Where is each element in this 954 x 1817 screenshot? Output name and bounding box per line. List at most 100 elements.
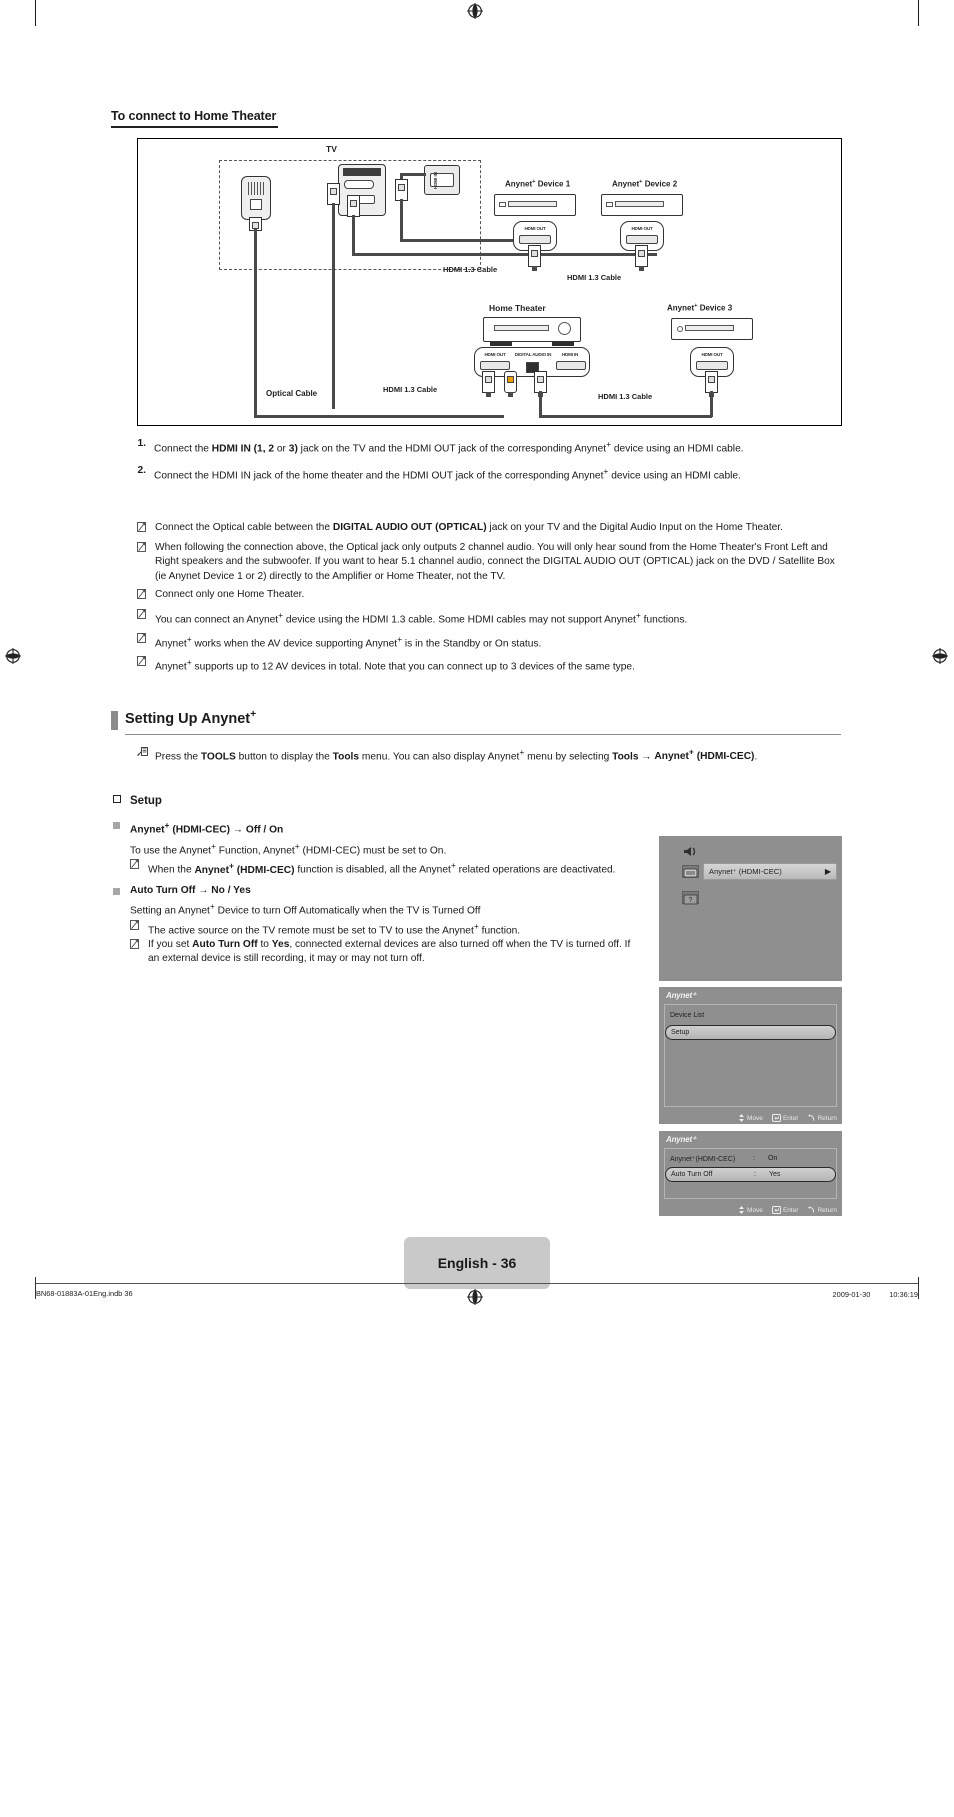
option-row: Auto Turn Off → No / Yes xyxy=(113,884,638,898)
osd-footer-enter-label: Enter xyxy=(782,1114,799,1122)
note-icon xyxy=(137,541,155,584)
osd-sound-icon[interactable] xyxy=(682,845,699,858)
device-3-wire xyxy=(710,391,713,417)
step-item: 2. Connect the HDMI IN jack of the home … xyxy=(137,464,842,484)
note-text: Anynet+ works when the AV device support… xyxy=(155,633,542,649)
osd-application-icon[interactable] xyxy=(682,865,699,878)
diagram-label-cable-4: HDMI 1.3 Cable xyxy=(598,392,653,401)
osd-row-value: On xyxy=(768,1155,778,1162)
home-theater-in-wire xyxy=(539,391,542,417)
diagram-label-device-1: Anynet+ Device 1 xyxy=(505,179,571,189)
main-heading-bar xyxy=(111,711,118,730)
osd-row-auto-turn-off[interactable]: Auto Turn Off : Yes xyxy=(665,1167,836,1182)
updown-arrow-icon xyxy=(739,1114,744,1122)
footer-file-info: BN68-01883A-01Eng.indb 36 xyxy=(36,1289,133,1298)
tv-hdmi-plug-b xyxy=(347,195,360,217)
osd-panel-2-frame: Device List Setup xyxy=(664,1004,837,1107)
optical-cable-run xyxy=(254,415,504,418)
osd-footer-return: Return xyxy=(807,1114,837,1122)
osd-row-colon: : xyxy=(753,1155,755,1162)
updown-arrow-icon xyxy=(739,1206,744,1214)
osd-row-anynet-hdmi-cec[interactable]: Anynet⁺(HDMI-CEC) : On xyxy=(665,1151,836,1166)
step-number: 1. xyxy=(137,438,147,449)
diagram-label-tv: TV xyxy=(326,144,337,154)
registration-mark-bottom xyxy=(466,1288,484,1306)
home-theater-out-plug-inner xyxy=(485,376,492,383)
note-text: When following the connection above, the… xyxy=(155,542,835,582)
tv-hdmi-plug-a-inner xyxy=(330,188,337,195)
device-2-plug-tip xyxy=(639,266,644,271)
footer-rule xyxy=(36,1283,918,1284)
option-note: If you set Auto Turn Off to Yes, connect… xyxy=(130,938,638,966)
tv-hdmi-in-port-tag: HDMI IN xyxy=(432,172,438,189)
home-theater-in-plug xyxy=(534,371,547,397)
diagram-label-cable-2: HDMI 1.3 Cable xyxy=(567,273,622,282)
osd-row-colon: : xyxy=(754,1171,756,1178)
return-arrow-icon xyxy=(808,1114,815,1121)
osd-footer-return: Return xyxy=(807,1206,837,1214)
optical-in-plug-inner xyxy=(507,376,514,383)
registration-mark-left xyxy=(4,647,22,665)
osd-panel-3-title: Anynet⁺ xyxy=(666,1135,696,1144)
option-title: Auto Turn Off → No / Yes xyxy=(130,884,251,896)
option-note: The active source on the TV remote must … xyxy=(130,919,638,939)
device-3-run xyxy=(568,415,712,418)
osd-icon-column: ? xyxy=(678,836,705,981)
note-icon xyxy=(137,655,155,675)
osd-menu-panel-2[interactable]: Anynet⁺ Device List Setup Move Enter Ret… xyxy=(659,987,842,1124)
note-text: Connect only one Home Theater. xyxy=(155,588,305,600)
tv-hdmi-plug-a xyxy=(327,183,340,205)
device-3-hdmi-out-caption: HDMI OUT xyxy=(701,352,723,358)
home-theater-hdmi-in-caption: HDMI IN xyxy=(561,352,579,358)
osd-menu-panel-3[interactable]: Anynet⁺ Anynet⁺(HDMI-CEC) : On Auto Turn… xyxy=(659,1131,842,1216)
osd-row-setup[interactable]: Setup xyxy=(665,1025,836,1040)
device-3-box xyxy=(671,318,753,340)
osd-row-label: Auto Turn Off xyxy=(671,1171,713,1178)
step-text: Connect the HDMI IN (1, 2 or 3) jack on … xyxy=(154,439,744,455)
note-icon xyxy=(137,588,155,604)
home-theater-foot-left xyxy=(490,342,512,346)
device-3-hdmi-out-port xyxy=(696,360,728,371)
home-theater-in-plug-inner xyxy=(537,376,544,383)
osd-footer-enter: Enter xyxy=(771,1206,798,1214)
device-1-indicator xyxy=(499,201,506,207)
device-2-plug-inner xyxy=(638,250,645,257)
svg-text:?: ? xyxy=(689,897,693,904)
osd-panel-2-footer: Move Enter Return xyxy=(738,1114,837,1122)
optical-in-plug-tip xyxy=(508,392,513,397)
device-2-plug xyxy=(635,245,648,271)
device-1-hdmi-out-port xyxy=(519,234,551,245)
optical-adapter-grille xyxy=(248,182,264,195)
option-note-text: When the Anynet+ (HDMI-CEC) function is … xyxy=(148,860,616,876)
home-theater-foot-right xyxy=(552,342,574,346)
main-heading-base: Setting Up Anynet xyxy=(125,710,251,727)
chevron-right-icon: ▶ xyxy=(824,867,831,876)
return-arrow-icon xyxy=(808,1206,815,1213)
osd-menu-item-label: Anynet⁺ (HDMI-CEC) xyxy=(709,867,782,876)
device-1-box xyxy=(494,194,576,216)
tv-hdmi-in-lead xyxy=(400,173,426,176)
step-number: 2. xyxy=(137,464,147,476)
note-icon xyxy=(137,632,155,652)
device-2-hdmi-out-caption: HDMI OUT xyxy=(631,226,653,232)
osd-footer-move: Move xyxy=(738,1206,763,1214)
diagram-label-cable-1: HDMI 1.3 Cable xyxy=(443,265,498,274)
osd-row-device-list[interactable]: Device List xyxy=(665,1008,836,1023)
osd-support-icon[interactable]: ? xyxy=(682,891,699,905)
option-note-text: The active source on the TV remote must … xyxy=(148,920,521,936)
tv-hdmi-in-lead-drop xyxy=(400,173,403,179)
tv-hdmi-wire-a xyxy=(332,203,335,409)
note-text: Anynet+ supports up to 12 AV devices in … xyxy=(155,657,635,673)
tv-hdmi-wire-b xyxy=(352,215,355,255)
osd-panel-2-title: Anynet⁺ xyxy=(666,991,696,1000)
osd-row-label: Device List xyxy=(670,1012,705,1019)
note-item: Connect the Optical cable between the DI… xyxy=(137,521,842,537)
osd-panel-3-frame: Anynet⁺(HDMI-CEC) : On Auto Turn Off : Y… xyxy=(664,1148,837,1199)
osd-footer-move: Move xyxy=(738,1114,763,1122)
setup-heading: Setup xyxy=(113,795,162,807)
tv-hdmi-run-b xyxy=(352,253,657,256)
osd-menu-panel-1[interactable]: Application ? Anynet⁺ (HDMI-CEC) ▶ xyxy=(659,836,842,981)
osd-menu-item-anynet[interactable]: Anynet⁺ (HDMI-CEC) ▶ xyxy=(703,863,837,880)
diagram-label-home-theater: Home Theater xyxy=(489,303,546,313)
osd-footer-return-label: Return xyxy=(817,1206,837,1214)
